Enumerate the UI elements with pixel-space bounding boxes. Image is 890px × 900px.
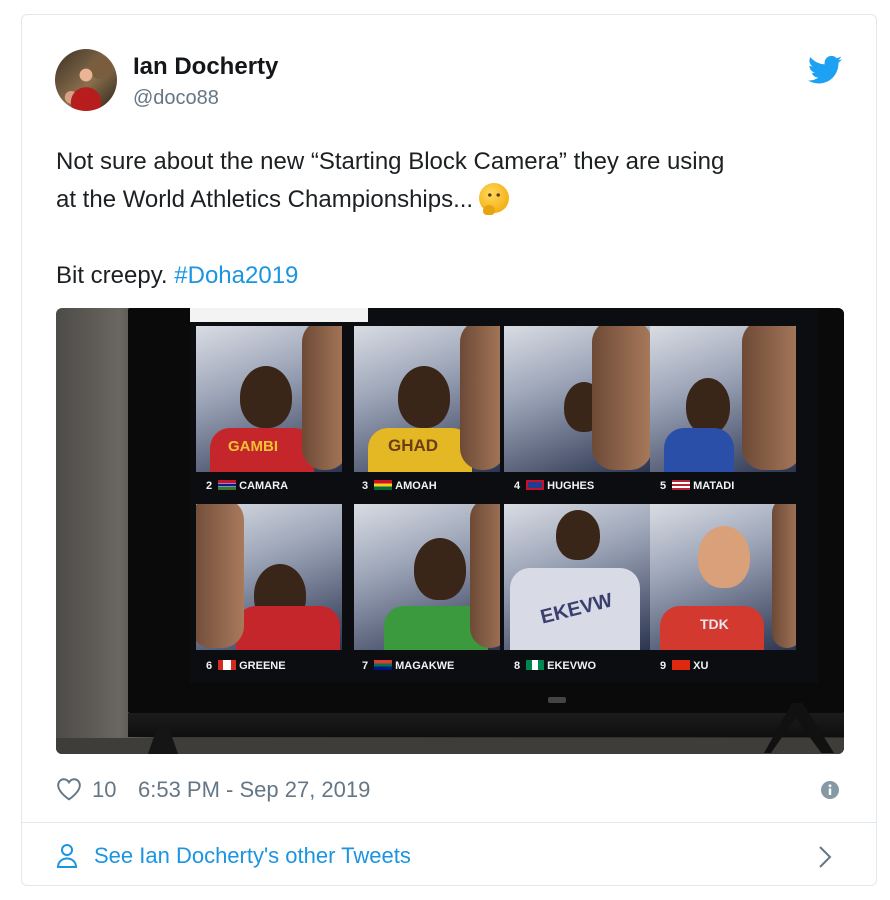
tweet-footer: 10 6:53 PM - Sep 27, 2019 <box>56 775 846 807</box>
author-handle[interactable]: @doco88 <box>133 87 219 110</box>
lane-tile-9: TDK <box>650 504 796 650</box>
tweet-card: Ian Docherty @doco88 Not sure about the … <box>21 14 877 886</box>
tweet-text-line-1: Not sure about the new “Starting Block C… <box>56 148 725 175</box>
hashtag-link[interactable]: #Doha2019 <box>174 262 298 289</box>
lane-tile-8: EKEVW <box>504 504 650 650</box>
lane-label-4: 4 HUGHES <box>514 480 595 492</box>
lane-tile-3: GHAD <box>354 326 500 472</box>
lane-tile-4 <box>504 326 650 472</box>
lane-label-8: 8 EKEVWO <box>514 660 597 672</box>
lane-label-5: 5 MATADI <box>660 480 735 492</box>
tweet-photo[interactable]: GAMBI GHAD 2 CAMARA 3 AMOAH 4 HUGHES 5 M… <box>56 308 844 754</box>
lane-label-3: 3 AMOAH <box>362 480 437 492</box>
footer-divider <box>22 822 876 823</box>
lane-label-7: 7 MAGAKWE <box>362 660 455 672</box>
see-more-tweets-row[interactable]: See Ian Docherty's other Tweets <box>56 839 846 879</box>
tv-screen: GAMBI GHAD 2 CAMARA 3 AMOAH 4 HUGHES 5 M… <box>190 308 818 683</box>
tv-set: GAMBI GHAD 2 CAMARA 3 AMOAH 4 HUGHES 5 M… <box>128 308 844 713</box>
tweet-text: Not sure about the new “Starting Block C… <box>56 143 846 295</box>
tweet-text-line-2: at the World Athletics Championships... <box>56 186 474 213</box>
lane-tile-5 <box>650 326 796 472</box>
lane-label-2: 2 CAMARA <box>206 480 289 492</box>
lane-tile-2: GAMBI <box>196 326 342 472</box>
author-name[interactable]: Ian Docherty <box>133 53 278 81</box>
twitter-bird-icon[interactable] <box>808 55 842 85</box>
see-more-tweets-link[interactable]: See Ian Docherty's other Tweets <box>94 843 411 869</box>
lane-tile-7 <box>354 504 500 650</box>
tweet-timestamp[interactable]: 6:53 PM - Sep 27, 2019 <box>138 777 370 803</box>
lane-label-9: 9 XU <box>660 660 709 672</box>
tv-bottom-bezel <box>128 713 844 737</box>
broadcast-caption-bar <box>190 308 368 322</box>
person-icon <box>56 844 78 868</box>
chevron-right-icon[interactable] <box>818 845 832 869</box>
like-count[interactable]: 10 <box>92 777 116 803</box>
lane-label-6: 6 GREENE <box>206 660 286 672</box>
tweet-text-line-3: Bit creepy. <box>56 262 168 289</box>
thinking-face-icon <box>479 183 510 215</box>
author-avatar[interactable] <box>55 49 117 111</box>
tv-brand-logo <box>548 697 566 703</box>
heart-icon[interactable] <box>56 777 82 801</box>
info-icon[interactable] <box>820 780 840 800</box>
lane-tile-6 <box>196 504 342 650</box>
